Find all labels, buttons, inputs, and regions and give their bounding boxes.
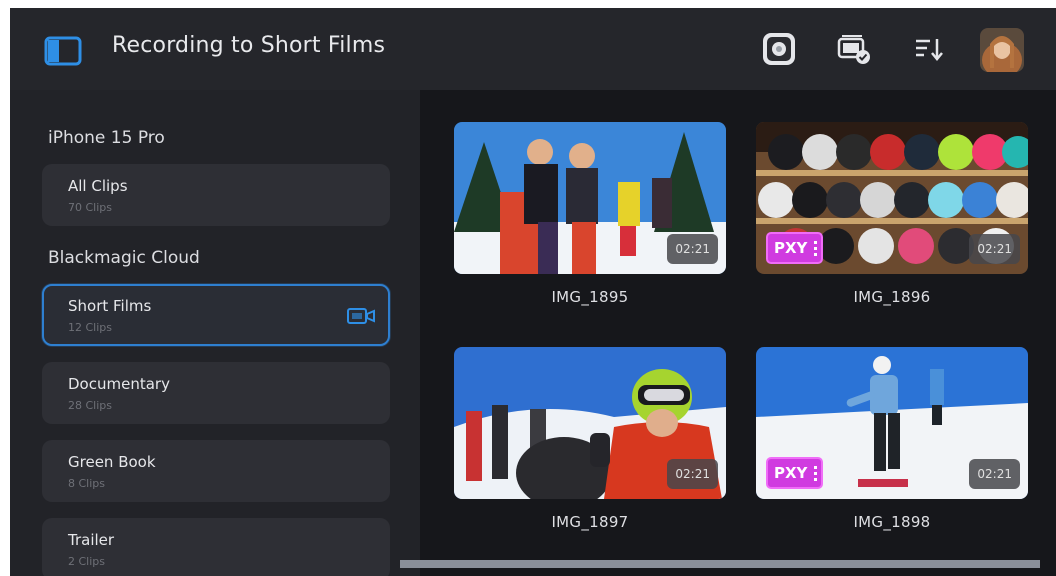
sidebar: iPhone 15 Pro All Clips 70 Clips Blackma… (10, 90, 420, 576)
cloud-sync-button[interactable] (760, 30, 798, 68)
card-count: 8 Clips (68, 477, 106, 490)
clip-name: IMG_1898 (853, 513, 931, 531)
top-bar: Recording to Short Films (10, 8, 1056, 90)
card-name: Documentary (68, 375, 170, 393)
clip-card[interactable]: PXY 02:21 IMG_1896 (756, 122, 1028, 306)
clip-card[interactable]: 02:21 IMG_1895 (454, 122, 726, 306)
duration-badge: 02:21 (969, 459, 1020, 489)
card-count: 12 Clips (68, 321, 112, 334)
scroll-indicator (400, 560, 1040, 568)
card-count: 70 Clips (68, 201, 112, 214)
clip-grid: 02:21 IMG_1895 PXY 02:21 IMG_1896 02:21 … (420, 90, 1056, 576)
clip-thumbnail[interactable]: 02:21 (454, 347, 726, 499)
clip-name: IMG_1897 (551, 513, 629, 531)
duration-badge: 02:21 (969, 234, 1020, 264)
proxy-badge: PXY (766, 457, 824, 489)
card-name: Short Films (68, 297, 152, 315)
cloud-sync-icon (763, 33, 795, 65)
card-count: 2 Clips (68, 555, 106, 568)
clip-card[interactable]: PXY 02:21 IMG_1898 (756, 347, 1028, 531)
card-name: All Clips (68, 177, 128, 195)
page-title: Recording to Short Films (112, 33, 386, 58)
section-title-device: iPhone 15 Pro (48, 128, 165, 148)
duration-badge: 02:21 (667, 459, 718, 489)
clip-name: IMG_1896 (853, 288, 931, 306)
recording-destination-icon (347, 308, 375, 324)
sort-button[interactable] (910, 30, 948, 68)
duration-badge: 02:21 (667, 234, 718, 264)
clips-check-button[interactable] (836, 30, 874, 68)
card-name: Green Book (68, 453, 156, 471)
clip-name: IMG_1895 (551, 288, 629, 306)
card-name: Trailer (68, 531, 115, 549)
clip-thumbnail[interactable]: PXY 02:21 (756, 347, 1028, 499)
sidebar-item-green-book[interactable]: Green Book 8 Clips (42, 440, 390, 502)
card-count: 28 Clips (68, 399, 112, 412)
sidebar-item-short-films[interactable]: Short Films 12 Clips (42, 284, 390, 346)
proxy-badge: PXY (766, 232, 824, 264)
clip-card[interactable]: 02:21 IMG_1897 (454, 347, 726, 531)
sidebar-item-all-clips[interactable]: All Clips 70 Clips (42, 164, 390, 226)
sidebar-item-trailer[interactable]: Trailer 2 Clips (42, 518, 390, 576)
sidebar-item-documentary[interactable]: Documentary 28 Clips (42, 362, 390, 424)
section-title-cloud: Blackmagic Cloud (48, 248, 200, 268)
avatar[interactable] (980, 28, 1024, 72)
clips-check-icon (837, 35, 870, 64)
app-window: Recording to Short Films iPhone 15 Pro A… (10, 8, 1056, 576)
clip-thumbnail[interactable]: 02:21 (454, 122, 726, 274)
sort-icon (916, 39, 943, 61)
sidebar-toggle-icon[interactable] (44, 36, 82, 66)
clip-thumbnail[interactable]: PXY 02:21 (756, 122, 1028, 274)
